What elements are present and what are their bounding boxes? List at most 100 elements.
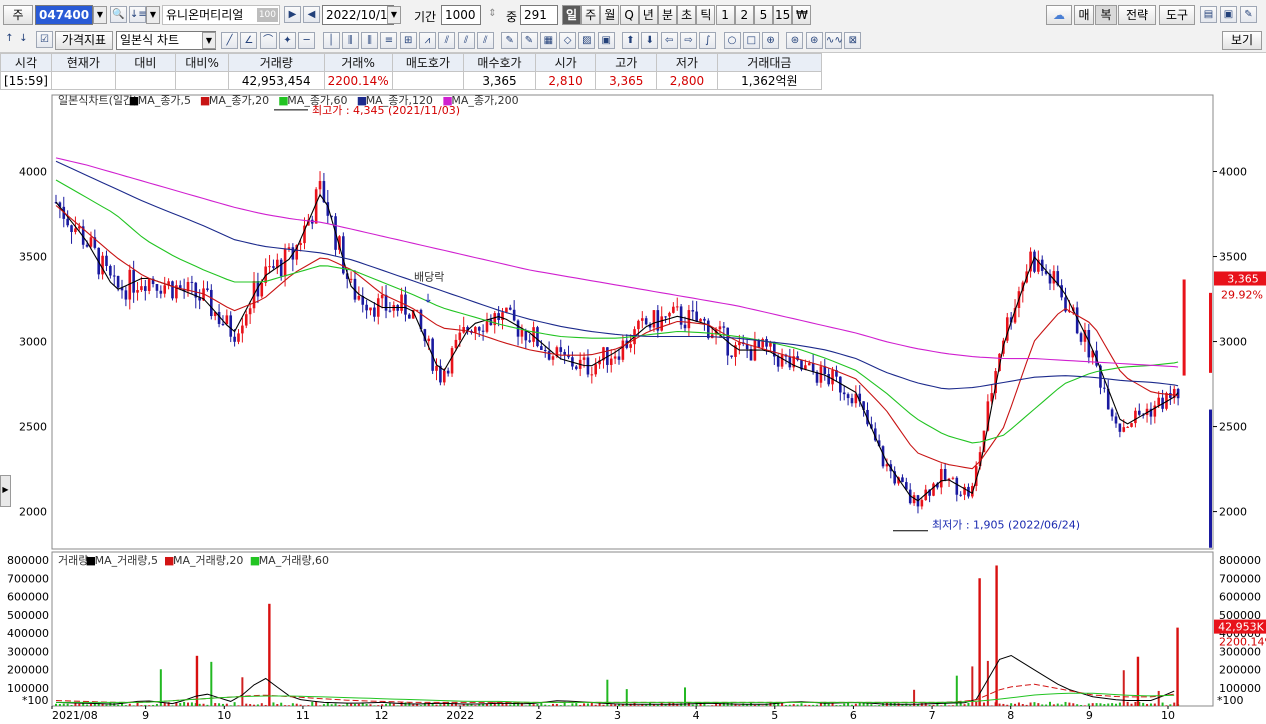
channel-icon[interactable]: ⫽ (438, 32, 456, 49)
parallel-icon[interactable]: ⫽ (457, 32, 475, 49)
grid-lines-icon[interactable]: ⫼ (341, 32, 359, 49)
date-input[interactable]: 2022/10/17 (322, 5, 395, 25)
volume-bar (280, 702, 283, 706)
panel-collapse-icon[interactable]: ▶ (0, 475, 11, 507)
delete-icon[interactable]: ⊠ (844, 32, 862, 49)
x-axis-label: 2 (535, 709, 542, 722)
wave-icon[interactable]: ∿∿ (825, 32, 843, 49)
sort-dropdown-icon[interactable]: ▼ (146, 6, 160, 24)
arrow-up-icon[interactable]: ⬆ (622, 32, 639, 49)
count-input[interactable]: 291 (520, 5, 558, 25)
arrow-down-icon[interactable]: ⬇ (641, 32, 659, 49)
date-dropdown-icon[interactable]: ▼ (387, 6, 401, 24)
candle-body (540, 346, 543, 350)
fill-icon[interactable]: ▨ (578, 32, 596, 49)
box-icon[interactable]: ⊞ (399, 32, 417, 49)
vertical-line-icon[interactable]: │ (322, 32, 340, 49)
arrow-right-icon[interactable]: ⇨ (679, 32, 697, 49)
timeframe-button-10[interactable]: 5 (754, 5, 773, 25)
timeframe-button-12[interactable]: ₩ (792, 5, 812, 25)
view-button[interactable]: 보기 (1222, 31, 1262, 50)
chart-canvas[interactable]: 2000 2000 2500 2500 3000 3000 3500 3500 4000 4000… (0, 92, 1266, 724)
x-axis-label: 3 (614, 709, 621, 722)
search-icon[interactable]: 🔍 (110, 6, 127, 23)
market-tab[interactable]: 주 (3, 5, 33, 25)
volume-bar (940, 705, 943, 706)
candle-body (206, 288, 209, 290)
candle-body (357, 295, 361, 300)
volume-bar (1083, 705, 1086, 706)
volume-bar (656, 704, 659, 706)
settings-icon[interactable]: ⊛ (786, 32, 804, 49)
down-icon[interactable]: ↓ (15, 31, 32, 48)
pitchfork-icon[interactable]: ⫽ (476, 32, 494, 49)
pen-icon[interactable]: ✎ (501, 32, 519, 49)
save-icon[interactable]: ▣ (1220, 6, 1237, 23)
angle-icon[interactable]: ∠ (240, 32, 258, 49)
timeframe-button-9[interactable]: 2 (734, 5, 754, 25)
gann-icon[interactable]: ⩘ (419, 32, 436, 49)
fibo-retracement-icon[interactable]: ≡ (380, 32, 398, 49)
chart-type-select[interactable]: 일본식 차트 (116, 31, 216, 50)
arc-icon[interactable]: ⌒ (259, 32, 277, 49)
toolbar-button-1[interactable]: 복 (1095, 5, 1117, 25)
back-icon[interactable]: ◀ (303, 6, 320, 23)
timeframe-button-3[interactable]: Q (619, 5, 639, 25)
fibo-time-icon[interactable]: ⫼ (361, 32, 379, 49)
period-input[interactable]: 1000 (441, 5, 481, 25)
volume-unit-left: *100 (22, 694, 49, 707)
timeframe-button-0[interactable]: 일 (562, 5, 581, 25)
timeframe-button-2[interactable]: 월 (600, 5, 620, 25)
magic-icon[interactable]: ⊛ (805, 32, 823, 49)
volume-bar (295, 703, 298, 706)
indicator-button[interactable]: 가격지표 (55, 31, 113, 50)
arrow-left-icon[interactable]: ⇦ (660, 32, 678, 49)
folder-icon[interactable]: ▤ (1200, 6, 1217, 23)
fan-icon[interactable]: ✦ (278, 32, 296, 49)
code-input[interactable]: 047400 (35, 5, 93, 25)
volume-bar (637, 705, 640, 706)
zoom-icon[interactable]: ⊕ (762, 32, 780, 49)
x-axis-label: 8 (1007, 709, 1014, 722)
horizontal-line-icon[interactable]: ─ (298, 32, 316, 49)
toolbar-button-0[interactable]: 매 (1074, 5, 1094, 25)
rectangle-icon[interactable]: □ (742, 32, 760, 49)
trend-line-icon[interactable]: ╱ (221, 32, 238, 49)
stock-chart[interactable]: 2000 2000 2500 2500 3000 3000 3500 3500 4000 4000… (0, 92, 1266, 724)
timeframe-button-1[interactable]: 주 (581, 5, 601, 25)
sort-icon[interactable]: ↓≡ (129, 6, 147, 23)
timeframe-button-5[interactable]: 분 (658, 5, 677, 25)
timeframe-button-8[interactable]: 1 (715, 5, 735, 25)
volume-bar (342, 705, 345, 706)
quote-change-pct: 29.92% (175, 71, 229, 90)
volume-bar (870, 704, 873, 706)
code-dropdown-icon[interactable]: ▼ (93, 6, 107, 24)
cloud-icon[interactable]: ☁ (1046, 5, 1072, 25)
timeframe-button-6[interactable]: 초 (677, 5, 697, 25)
timeframe-button-4[interactable]: 년 (638, 5, 658, 25)
candle-body (749, 349, 753, 361)
chart-type-dropdown-icon[interactable]: ▼ (202, 32, 216, 49)
volume-bar (124, 705, 127, 706)
candle-body (233, 336, 236, 342)
candle-body (951, 477, 955, 479)
edit-icon[interactable]: ☑ (36, 31, 53, 48)
text-box-icon[interactable]: ▣ (597, 32, 615, 49)
brush-icon[interactable]: ✎ (520, 32, 538, 49)
stock-name: 유니온머티리얼 (166, 8, 244, 22)
volume-bar (1165, 705, 1168, 706)
timeframe-button-7[interactable]: 틱 (696, 5, 716, 25)
color-icon[interactable]: ▦ (539, 32, 557, 49)
play-icon[interactable]: ▶ (284, 6, 301, 23)
volume-pct-tag: 2200.14% (1219, 636, 1266, 649)
wrench-icon[interactable]: ✎ (1240, 6, 1257, 23)
circle-icon[interactable]: ○ (723, 32, 741, 49)
toolbar-button-2[interactable]: 전략 (1118, 5, 1156, 25)
integral-icon[interactable]: ∫ (699, 32, 717, 49)
view-button-label: 보기 (1230, 33, 1254, 47)
toolbar-button-3[interactable]: 도구 (1159, 5, 1195, 25)
price-tick-left: 2000 (19, 506, 47, 519)
spin-icon[interactable]: ⇕ (484, 6, 501, 23)
timeframe-button-11[interactable]: 15 (773, 5, 793, 25)
diamond-icon[interactable]: ◇ (559, 32, 577, 49)
